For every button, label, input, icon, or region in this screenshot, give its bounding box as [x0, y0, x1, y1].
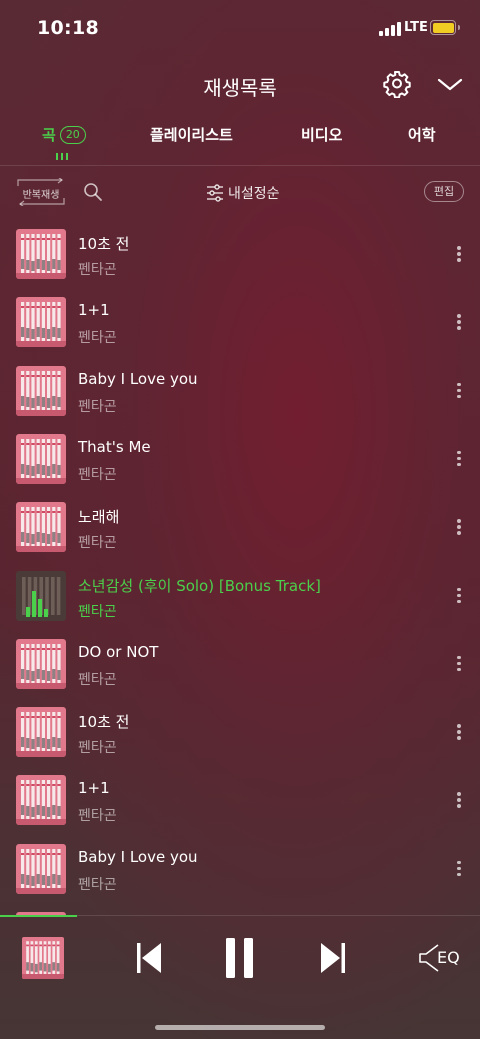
signal-icon	[379, 22, 401, 36]
chevron-down-icon[interactable]	[437, 74, 463, 94]
track-artist: 펜타곤	[78, 740, 117, 757]
search-icon[interactable]	[83, 182, 103, 202]
track-title: Baby I Love you	[78, 847, 198, 866]
track-title: DO or NOT	[78, 642, 159, 661]
track-title: 1+1	[78, 779, 110, 798]
pause-icon[interactable]	[224, 937, 256, 979]
track-artist: 펜타곤	[78, 671, 117, 688]
track-artist: 펜타곤	[78, 330, 117, 347]
album-art	[16, 707, 66, 758]
album-art	[16, 570, 66, 621]
status-bar: 10:18 LTE	[0, 0, 480, 58]
album-art	[16, 638, 66, 689]
track-row[interactable]: DO or NOT 펜타곤	[0, 629, 480, 697]
song-count-badge: 20	[59, 126, 86, 144]
more-options-icon[interactable]	[450, 381, 468, 401]
settings-gear-icon[interactable]	[383, 70, 411, 98]
track-title: 노래해	[78, 508, 120, 527]
album-art	[16, 297, 66, 348]
track-artist: 펜타곤	[78, 876, 117, 893]
tab-playlist[interactable]: 플레이리스트	[150, 124, 233, 145]
playback-progress-bar[interactable]	[0, 915, 77, 917]
now-playing-album-art[interactable]	[22, 937, 64, 979]
track-row-partial[interactable]	[0, 902, 480, 915]
track-row[interactable]: 1+1 펜타곤	[0, 765, 480, 833]
track-row[interactable]: 10초 전펜타곤	[0, 697, 480, 765]
more-options-icon[interactable]	[450, 449, 468, 469]
next-track-icon[interactable]	[318, 941, 348, 975]
track-artist: 펜타곤	[78, 808, 117, 825]
more-options-icon[interactable]	[450, 722, 468, 742]
track-row-now-playing[interactable]: 소년감성 (후이 Solo) [Bonus Track] 펜타곤	[0, 561, 480, 629]
album-art	[16, 502, 66, 553]
more-options-icon[interactable]	[450, 312, 468, 332]
eq-label: EQ	[437, 948, 460, 967]
album-art	[16, 843, 66, 894]
sort-sliders-icon	[207, 184, 223, 202]
tab-label: 곡	[42, 126, 56, 144]
album-art	[16, 229, 66, 279]
repeat-label: 반복재생	[22, 190, 60, 201]
more-options-icon[interactable]	[450, 790, 468, 810]
battery-icon	[430, 20, 460, 35]
header: 재생목록	[0, 58, 480, 114]
equalizer-button[interactable]: EQ	[418, 943, 462, 973]
more-options-icon[interactable]	[450, 654, 468, 674]
more-options-icon[interactable]	[450, 244, 468, 264]
track-artist: 펜타곤	[78, 535, 117, 552]
network-label: LTE	[404, 20, 428, 35]
tab-language[interactable]: 어학	[408, 124, 436, 145]
track-title: That's Me	[78, 437, 151, 456]
track-row[interactable]: 10초 전펜타곤	[0, 219, 480, 287]
tab-bar: 곡 20 플레이리스트 비디오 어학	[0, 116, 480, 164]
track-artist: 펜타곤	[78, 398, 117, 415]
more-options-icon[interactable]	[450, 517, 468, 537]
more-options-icon[interactable]	[450, 586, 468, 606]
status-time: 10:18	[37, 17, 99, 39]
track-title: Baby I Love you	[78, 369, 198, 388]
track-title: 10초 전	[78, 713, 130, 732]
track-artist: 펜타곤	[78, 262, 117, 278]
repeat-button[interactable]: 반복재생	[16, 178, 66, 206]
track-title: 10초 전	[78, 235, 130, 253]
track-artist: 펜타곤	[78, 603, 117, 620]
track-artist: 펜타곤	[78, 466, 117, 483]
home-indicator[interactable]	[155, 1025, 325, 1030]
edit-button[interactable]: 편집	[424, 181, 464, 202]
tab-songs[interactable]: 곡 20	[42, 124, 86, 145]
track-list: 10초 전 펜타곤 1+1 펜타곤 Baby I Love you 펜타곤 That's M…	[0, 219, 480, 915]
track-row[interactable]: 노래해펜타곤	[0, 492, 480, 560]
track-row[interactable]: Baby I Love you 펜타곤	[0, 834, 480, 902]
album-art	[16, 433, 66, 484]
album-art	[16, 365, 66, 416]
tab-video[interactable]: 비디오	[301, 124, 342, 145]
track-title: 1+1	[78, 301, 110, 320]
now-playing-eq-icon	[56, 152, 70, 160]
mini-player: EQ	[0, 915, 480, 1039]
track-row[interactable]: 1+1 펜타곤	[0, 287, 480, 355]
track-row[interactable]: That's Me 펜타곤	[0, 424, 480, 492]
track-title: 소년감성 (후이 Solo) [Bonus Track]	[78, 576, 321, 595]
more-options-icon[interactable]	[450, 859, 468, 879]
album-art	[16, 775, 66, 826]
previous-track-icon[interactable]	[134, 941, 164, 975]
track-row[interactable]: Baby I Love you 펜타곤	[0, 356, 480, 424]
sort-label: 내설정순	[228, 186, 280, 202]
list-toolbar: 반복재생 내설정순 편집	[0, 166, 480, 218]
